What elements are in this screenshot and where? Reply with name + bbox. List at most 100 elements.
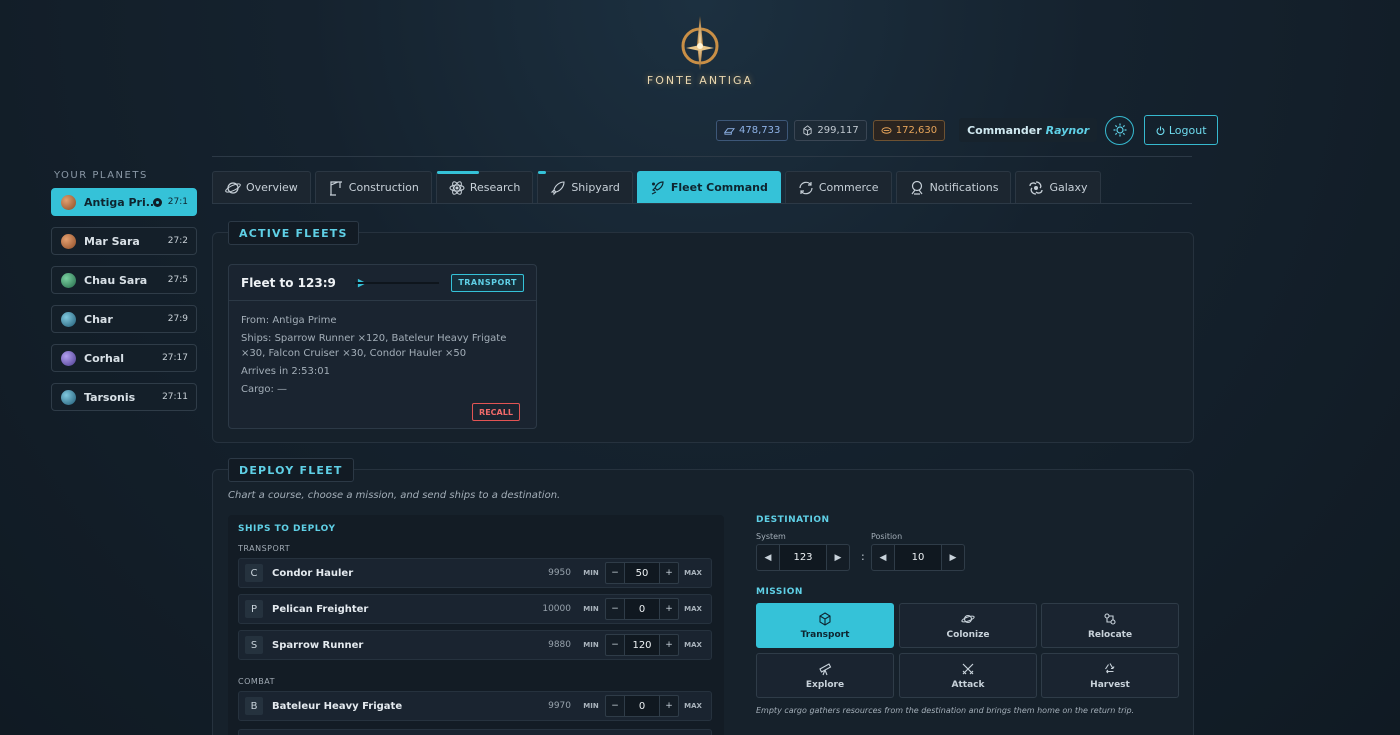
increment-button[interactable]: +: [660, 599, 678, 619]
fleet-icon: [651, 180, 664, 195]
mission-label: Colonize: [946, 629, 990, 640]
system-input[interactable]: 123: [779, 545, 827, 570]
logout-label: Logout: [1168, 123, 1207, 137]
increment-button[interactable]: +: [660, 563, 678, 583]
tab-shipyard[interactable]: Shipyard: [537, 171, 633, 203]
tab-notifications[interactable]: Notifications: [895, 171, 1012, 203]
planet-coord: 27:9: [167, 314, 188, 324]
position-prev-button[interactable]: ◀: [872, 545, 894, 570]
quantity-stepper: − 50 +: [605, 562, 679, 584]
position-input[interactable]: 10: [894, 545, 942, 570]
ship-name: Sparrow Runner: [272, 639, 364, 651]
mission-colonize-button[interactable]: Colonize: [899, 603, 1037, 648]
fleet-arrival: Arrives in 2:53:01: [241, 366, 330, 377]
galaxy-icon: [1029, 180, 1044, 195]
tab-construction[interactable]: Construction: [314, 171, 432, 203]
planet-item-chau-sara[interactable]: Chau Sara 27:5: [51, 266, 197, 294]
system-next-button[interactable]: ▶: [827, 545, 849, 570]
mission-harvest-button[interactable]: Harvest: [1041, 653, 1179, 698]
max-button[interactable]: MAX: [681, 605, 705, 613]
planet-name: Mar Sara: [84, 234, 140, 248]
ship-name: Condor Hauler: [272, 567, 354, 579]
metal-icon: [724, 127, 735, 135]
planet-item-tarsonis[interactable]: Tarsonis 27:11: [51, 383, 197, 411]
quantity-input[interactable]: 50: [624, 563, 660, 583]
tab-galaxy[interactable]: Galaxy: [1015, 171, 1101, 203]
deploy-fleet-title: DEPLOY FLEET: [228, 458, 354, 482]
min-button[interactable]: MIN: [579, 569, 603, 577]
crystal-value: 299,117: [817, 124, 859, 136]
quantity-stepper: − 0 +: [605, 695, 679, 717]
mission-attack-button[interactable]: Attack: [899, 653, 1037, 698]
system-prev-button[interactable]: ◀: [757, 545, 779, 570]
min-button[interactable]: MIN: [579, 605, 603, 613]
tab-label: Overview: [246, 181, 298, 194]
theme-toggle-button[interactable]: [1105, 115, 1135, 145]
exchange-icon: [799, 181, 813, 194]
ships-title: SHIPS TO DEPLOY: [238, 524, 336, 534]
decrement-button[interactable]: −: [606, 635, 624, 655]
mission-title: MISSION: [756, 587, 803, 597]
ships-to-deploy: SHIPS TO DEPLOY TRANSPORT C Condor Haule…: [228, 515, 724, 735]
position-next-button[interactable]: ▶: [942, 545, 964, 570]
decrement-button[interactable]: −: [606, 696, 624, 716]
tab-fleet-command[interactable]: Fleet Command: [636, 171, 781, 203]
recall-button[interactable]: RECALL: [472, 403, 520, 421]
planet-name: Chau Sara: [84, 273, 148, 287]
quantity-input[interactable]: 120: [624, 635, 660, 655]
max-button[interactable]: MAX: [681, 702, 705, 710]
planet-ring-icon: [961, 614, 975, 623]
tab-research[interactable]: Research: [435, 171, 534, 203]
tab-label: Galaxy: [1049, 181, 1088, 194]
planet-orb-icon: [61, 350, 76, 366]
max-button[interactable]: MAX: [681, 569, 705, 577]
metal-resource: 478,733: [716, 119, 789, 141]
ship-available: 10000: [542, 604, 571, 614]
min-button[interactable]: MIN: [579, 702, 603, 710]
tab-label: Research: [469, 181, 521, 194]
mission-label: Relocate: [1087, 629, 1133, 640]
mission-relocate-button[interactable]: Relocate: [1041, 603, 1179, 648]
fuel-value: 172,630: [895, 124, 938, 136]
planet-sidebar: YOUR PLANETS Antiga Pri... 27:1 Mar Sara…: [51, 170, 197, 422]
logout-button[interactable]: Logout: [1144, 115, 1219, 145]
quantity-input[interactable]: 0: [624, 599, 660, 619]
increment-button[interactable]: +: [660, 635, 678, 655]
commander-prefix: Commander: [967, 123, 1042, 137]
ship-initial: C: [245, 564, 263, 582]
planet-name: Char: [84, 312, 113, 326]
fleet-details: From: Antiga Prime Ships: Sparrow Runner…: [229, 301, 536, 412]
sidebar-title: YOUR PLANETS: [54, 170, 148, 181]
crane-icon: [329, 180, 342, 196]
ship-available: 9950: [548, 568, 571, 578]
brand-logo[interactable]: FONTE ANTIGA: [640, 14, 760, 90]
tab-commerce[interactable]: Commerce: [784, 171, 892, 203]
planet-orb-icon: [61, 311, 76, 327]
planet-orb-icon: [61, 233, 76, 249]
mission-transport-button[interactable]: Transport: [756, 603, 894, 648]
ship-initial: B: [245, 697, 263, 715]
deploy-subtitle: Chart a course, choose a mission, and se…: [228, 490, 561, 501]
planet-item-antiga-prime[interactable]: Antiga Pri... 27:1: [51, 188, 197, 216]
min-button[interactable]: MIN: [579, 641, 603, 649]
relocate-icon: [1104, 612, 1116, 625]
max-button[interactable]: MAX: [681, 641, 705, 649]
decrement-button[interactable]: −: [606, 599, 624, 619]
increment-button[interactable]: +: [660, 696, 678, 716]
quantity-input[interactable]: 0: [624, 696, 660, 716]
planet-name: Antiga Pri...: [84, 195, 153, 209]
planet-coord: 27:5: [167, 275, 188, 285]
planet-item-char[interactable]: Char 27:9: [51, 305, 197, 333]
deploy-fleet-panel: DEPLOY FLEET Chart a course, choose a mi…: [212, 458, 1194, 735]
mission-explore-button[interactable]: Explore: [756, 653, 894, 698]
planet-item-corhal[interactable]: Corhal 27:17: [51, 344, 197, 372]
tab-overview[interactable]: Overview: [212, 171, 311, 203]
tab-label: Fleet Command: [670, 181, 768, 194]
tab-label: Commerce: [818, 181, 879, 194]
fleet-card: Fleet to 123:9 ▶ TRANSPORT From: Antiga …: [228, 264, 537, 429]
planet-item-mar-sara[interactable]: Mar Sara 27:2: [51, 227, 197, 255]
commander-name[interactable]: Commander Raynor: [959, 118, 1098, 142]
decrement-button[interactable]: −: [606, 563, 624, 583]
sun-icon: [1113, 123, 1127, 137]
ship-available: 9970: [548, 701, 571, 711]
